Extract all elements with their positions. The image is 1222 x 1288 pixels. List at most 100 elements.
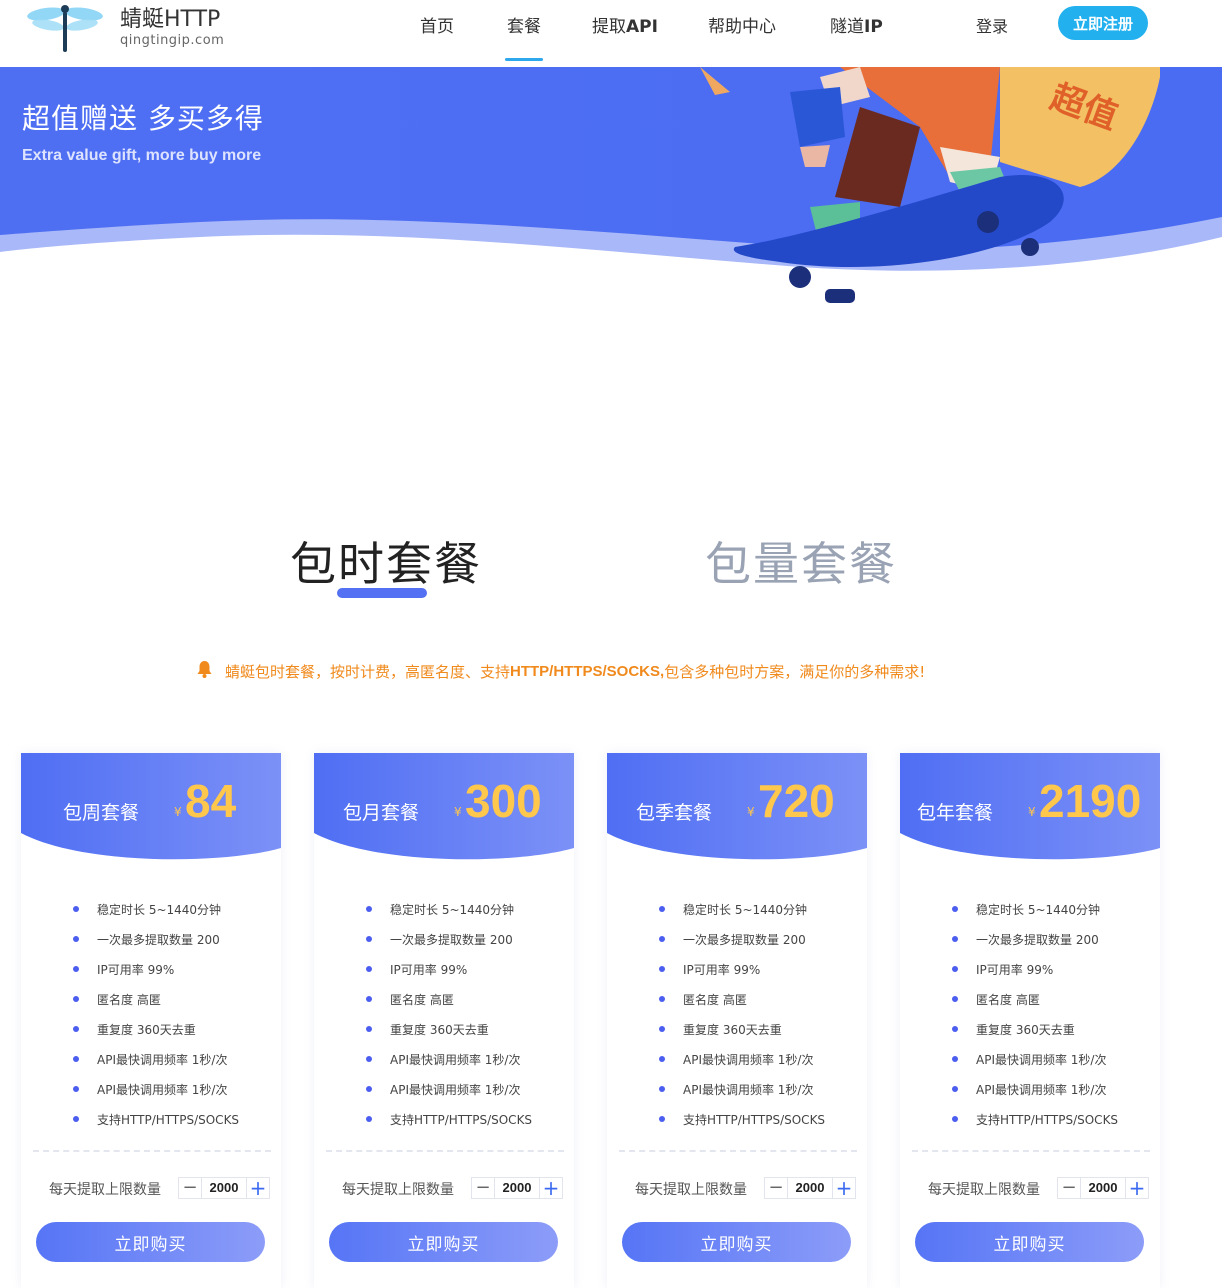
bullet-icon: [366, 1086, 372, 1092]
plan-feature: 支持HTTP/HTTPS/SOCKS: [659, 1104, 825, 1134]
bullet-icon: [366, 1026, 372, 1032]
plan-feature-text: 一次最多提取数量 200: [683, 932, 806, 947]
bullet-icon: [366, 1116, 372, 1122]
nav-extract-api-bold: API: [626, 17, 658, 37]
daily-limit-label: 每天提取上限数量: [342, 1182, 454, 1198]
bullet-icon: [73, 966, 79, 972]
plan-feature: API最快调用频率 1秒/次: [659, 1044, 825, 1074]
increment-button[interactable]: +: [833, 1178, 855, 1198]
quantity-stepper: − 2000 +: [471, 1177, 563, 1199]
currency-symbol: ¥: [454, 805, 462, 819]
nav-tunnel-ip[interactable]: 隧道IP: [830, 12, 883, 62]
bullet-icon: [366, 966, 372, 972]
dashed-divider: [619, 1150, 857, 1152]
plan-feature: API最快调用频率 1秒/次: [366, 1044, 532, 1074]
tab-volume-packages[interactable]: 包量套餐: [705, 528, 897, 594]
plan-feature-text: 匿名度 高匿: [683, 992, 747, 1007]
plan-feature: 重复度 360天去重: [659, 1014, 825, 1044]
plan-price: 2190: [1039, 775, 1142, 827]
bullet-icon: [659, 966, 665, 972]
banner-title: 超值赠送 多买多得: [22, 102, 264, 135]
plan-features: 稳定时长 5~1440分钟一次最多提取数量 200 IP可用率 99% 匿名度 高匿…: [73, 894, 239, 1134]
increment-button[interactable]: +: [1126, 1178, 1148, 1198]
plan-feature: 稳定时长 5~1440分钟: [366, 894, 532, 924]
decrement-button[interactable]: −: [765, 1178, 787, 1198]
register-button[interactable]: 立即注册: [1058, 6, 1148, 40]
bullet-icon: [659, 1026, 665, 1032]
nav-extract-api[interactable]: 提取API: [592, 12, 658, 62]
plan-card: 包年套餐 ¥ 2190 稳定时长 5~1440分钟 一次最多提取数量 200 IP可…: [900, 753, 1160, 1288]
nav-help-center[interactable]: 帮助中心: [708, 12, 776, 62]
plan-feature: 匿名度 高匿: [952, 984, 1118, 1014]
plan-feature-text: 支持HTTP/HTTPS/SOCKS: [976, 1112, 1119, 1127]
currency-symbol: ¥: [1028, 805, 1036, 819]
bullet-icon: [952, 1086, 958, 1092]
plan-features: 稳定时长 5~1440分钟 一次最多提取数量 200 IP可用率 99% 匿名度 高匿…: [952, 894, 1118, 1134]
bullet-icon: [952, 996, 958, 1002]
quantity-value[interactable]: 2000: [787, 1178, 833, 1198]
plan-feature-text: API最快调用频率 1秒/次: [976, 1082, 1107, 1097]
bullet-icon: [73, 1086, 79, 1092]
increment-button[interactable]: +: [540, 1178, 562, 1198]
buy-now-button[interactable]: 立即购买: [915, 1222, 1144, 1262]
plan-feature-text: 一次最多提取数量 200: [390, 932, 513, 947]
bullet-icon: [73, 1116, 79, 1122]
nav-packages[interactable]: 套餐: [505, 12, 543, 62]
notice-text-pre: 蜻蜓包时套餐，按时计费，高匿名度、支持: [225, 662, 511, 681]
plan-feature: 重复度 360天去重: [366, 1014, 532, 1044]
brand-logo[interactable]: 蜻蜓HTTP qingtingip.com: [26, 4, 224, 52]
plan-feature-text: IP可用率 99%: [97, 962, 175, 977]
quantity-value[interactable]: 2000: [201, 1178, 247, 1198]
plan-feature: API最快调用频率 1秒/次: [73, 1044, 239, 1074]
plan-feature-text: 一次最多提取数量 200: [97, 932, 220, 947]
promo-banner: 超值 超值赠送 多买多得 Extra value gift, more buy …: [0, 67, 1222, 307]
plan-feature-text: IP可用率 99%: [390, 962, 468, 977]
bullet-icon: [952, 1026, 958, 1032]
plan-feature-text: 匿名度 高匿: [976, 992, 1040, 1007]
plan-features: 稳定时长 5~1440分钟 一次最多提取数量 200 IP可用率 99% 匿名度 高匿…: [366, 894, 532, 1134]
quantity-value[interactable]: 2000: [1080, 1178, 1126, 1198]
nav-home[interactable]: 首页: [420, 12, 454, 62]
plan-feature-text: 支持HTTP/HTTPS/SOCKS: [97, 1112, 240, 1127]
bullet-icon: [952, 936, 958, 942]
plan-feature: IP可用率 99%: [366, 954, 532, 984]
plan-feature: 一次最多提取数量 200: [366, 924, 532, 954]
plan-feature-text: 匿名度 高匿: [97, 992, 161, 1007]
buy-now-button[interactable]: 立即购买: [622, 1222, 851, 1262]
buy-now-button[interactable]: 立即购买: [329, 1222, 558, 1262]
plan-feature-text: API最快调用频率 1秒/次: [390, 1082, 521, 1097]
login-link[interactable]: 登录: [976, 13, 1008, 37]
buy-now-button[interactable]: 立即购买: [36, 1222, 265, 1262]
plan-feature: 支持HTTP/HTTPS/SOCKS: [73, 1104, 239, 1134]
plan-feature: API最快调用频率 1秒/次: [952, 1074, 1118, 1104]
quantity-value[interactable]: 2000: [494, 1178, 540, 1198]
plan-feature-text: 重复度 360天去重: [97, 1022, 196, 1037]
nav-extract-api-label: 提取: [592, 17, 626, 37]
plan-name: 包月套餐: [343, 802, 420, 824]
decrement-button[interactable]: −: [179, 1178, 201, 1198]
plan-card-header: 包季套餐 ¥ 720: [607, 753, 867, 863]
daily-limit-label: 每天提取上限数量: [928, 1182, 1040, 1198]
bullet-icon: [73, 996, 79, 1002]
currency-symbol: ¥: [174, 805, 182, 819]
dashed-divider: [912, 1150, 1150, 1152]
dashed-divider: [33, 1150, 271, 1152]
tab-hourly-packages[interactable]: 包时套餐: [290, 528, 482, 594]
plan-feature-text: 重复度 360天去重: [976, 1022, 1075, 1037]
decrement-button[interactable]: −: [472, 1178, 494, 1198]
plan-feature: 稳定时长 5~1440分钟: [73, 894, 239, 924]
increment-button[interactable]: +: [247, 1178, 269, 1198]
nav-tunnel-ip-bold: IP: [864, 17, 883, 37]
quantity-stepper: − 2000 +: [764, 1177, 856, 1199]
bullet-icon: [659, 996, 665, 1002]
banner-subtitle: Extra value gift, more buy more: [22, 147, 262, 164]
decrement-button[interactable]: −: [1058, 1178, 1080, 1198]
bullet-icon: [73, 1056, 79, 1062]
plan-price: 300: [465, 775, 542, 827]
bullet-icon: [952, 906, 958, 912]
plan-feature: 一次最多提取数量 200: [659, 924, 825, 954]
plan-card: 包月套餐 ¥ 300 稳定时长 5~1440分钟一次最多提取数量 200 IP可用…: [314, 753, 574, 1288]
daily-limit-label: 每天提取上限数量: [635, 1182, 747, 1198]
bullet-icon: [952, 1056, 958, 1062]
currency-symbol: ¥: [747, 805, 755, 819]
